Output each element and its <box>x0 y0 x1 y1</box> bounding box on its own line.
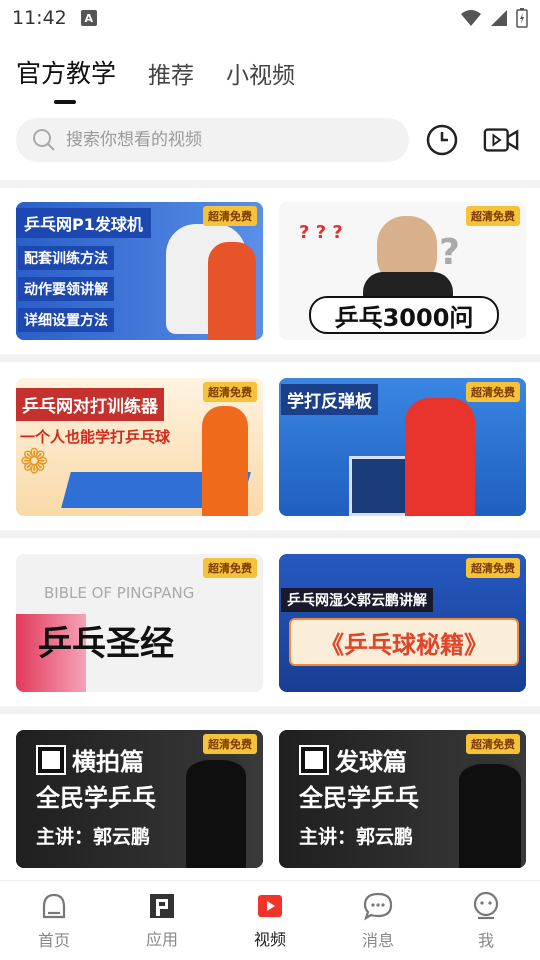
status-icons <box>460 8 528 28</box>
top-tabs: 官方教学 推荐 小视频 <box>16 54 295 90</box>
nav-item-home[interactable]: 首页 <box>0 881 108 960</box>
hd-free-badge: 超清免费 <box>466 734 520 754</box>
person-image <box>202 406 248 516</box>
divider <box>0 354 540 362</box>
card-title: 横拍篇 <box>72 748 144 776</box>
hd-free-badge: 超清免费 <box>203 558 257 578</box>
hd-free-badge: 超清免费 <box>203 206 257 226</box>
nav-label: 我 <box>477 930 494 950</box>
search-bar[interactable] <box>16 118 409 162</box>
card-line: 主讲：郭云鹏 <box>36 826 151 848</box>
apps-icon <box>150 893 174 918</box>
card-line: 主讲：郭云鹏 <box>299 826 414 848</box>
person-image <box>459 756 521 868</box>
tab-recommended[interactable]: 推荐 <box>148 56 194 90</box>
clock-icon <box>426 124 458 156</box>
video-card-serve-machine[interactable]: 乒乓网P1发球机 配套训练方法 动作要领讲解 详细设置方法 超清免费 <box>16 202 263 340</box>
message-icon <box>363 892 393 920</box>
divider <box>0 706 540 714</box>
profile-icon <box>473 891 499 919</box>
signal-icon <box>491 10 507 26</box>
video-card-pingpong-bible[interactable]: BIBLE OF PINGPANG 乒乓圣经 超清免费 <box>16 554 263 692</box>
bottom-navigation: 首页 应用 视频 消息 我 <box>0 880 540 960</box>
video-card-3000-questions[interactable]: ? ? ? ? 乒乓3000问 超清免费 <box>279 202 526 340</box>
card-line: 详细设置方法 <box>18 308 114 332</box>
battery-icon <box>516 8 528 28</box>
person-image <box>405 398 475 516</box>
search-icon <box>33 129 55 151</box>
logo-icon <box>299 744 329 775</box>
nav-item-video[interactable]: 视频 <box>216 881 324 960</box>
divider <box>0 530 540 538</box>
tab-official-teaching[interactable]: 官方教学 <box>16 54 116 90</box>
video-card-shakehand[interactable]: 横拍篇 全民学乒乓 主讲：郭云鹏 超清免费 <box>16 730 263 868</box>
card-title: 发球篇 <box>335 748 407 776</box>
card-title: 乒乓网对打训练器 <box>16 388 164 421</box>
question-mark-decoration: ? <box>439 232 460 273</box>
nav-item-messages[interactable]: 消息 <box>324 881 432 960</box>
nav-label: 首页 <box>37 930 70 950</box>
active-tab-indicator <box>54 100 76 104</box>
card-title: 乒乓圣经 <box>38 624 174 664</box>
record-video-button[interactable] <box>483 122 519 158</box>
card-eng-title: BIBLE OF PINGPANG <box>44 584 195 602</box>
hd-free-badge: 超清免费 <box>203 734 257 754</box>
nav-label: 视频 <box>253 929 286 949</box>
nav-label: 消息 <box>361 930 394 950</box>
card-title: 《乒乓球秘籍》 <box>289 618 519 666</box>
nav-label: 应用 <box>145 929 178 949</box>
nav-item-profile[interactable]: 我 <box>432 881 540 960</box>
notification-a-icon: A <box>80 10 97 26</box>
search-input[interactable] <box>66 130 386 150</box>
app-screen: 11:42 A 官方教学 推荐 小视频 乒乓网P1发球机 配套训练方法 动作要领… <box>0 0 540 960</box>
hd-free-badge: 超清免费 <box>466 206 520 226</box>
video-card-rebound-board[interactable]: 学打反弹板 超清免费 <box>279 378 526 516</box>
hd-free-badge: 超清免费 <box>466 558 520 578</box>
home-icon <box>42 893 66 918</box>
video-icon <box>258 894 282 917</box>
hd-free-badge: 超清免费 <box>466 382 520 402</box>
card-line: 全民学乒乓 <box>299 784 419 812</box>
video-card-secret-manual[interactable]: 乒乓网湿父郭云鹏讲解 《乒乓球秘籍》 超清免费 <box>279 554 526 692</box>
person-image <box>186 752 246 868</box>
wifi-icon <box>461 10 481 26</box>
video-card-sparring-trainer[interactable]: ❁ 乒乓网对打训练器 一个人也能学打乒乓球 超清免费 <box>16 378 263 516</box>
logo-icon <box>36 744 66 775</box>
maple-leaf-decoration: ❁ <box>20 442 49 482</box>
card-title: 乒乓3000问 <box>309 296 499 334</box>
question-marks-decoration: ? ? ? <box>299 222 343 243</box>
card-title: 学打反弹板 <box>281 384 378 415</box>
card-line: 全民学乒乓 <box>36 784 156 812</box>
video-camera-icon <box>483 128 519 152</box>
card-subtitle: 一个人也能学打乒乓球 <box>20 428 171 446</box>
hd-free-badge: 超清免费 <box>203 382 257 402</box>
history-button[interactable] <box>424 122 460 158</box>
card-subtitle: 乒乓网湿父郭云鹏讲解 <box>281 588 433 612</box>
video-card-serve[interactable]: 发球篇 全民学乒乓 主讲：郭云鹏 超清免费 <box>279 730 526 868</box>
status-time: 11:42 <box>12 7 67 29</box>
card-line: 动作要领讲解 <box>18 277 114 301</box>
card-line: 配套训练方法 <box>18 246 114 270</box>
divider <box>0 180 540 188</box>
card-title: 乒乓网P1发球机 <box>16 208 151 238</box>
tab-short-video[interactable]: 小视频 <box>226 56 295 90</box>
person-image <box>208 242 256 340</box>
status-bar: 11:42 A <box>0 0 540 36</box>
nav-item-apps[interactable]: 应用 <box>108 881 216 960</box>
